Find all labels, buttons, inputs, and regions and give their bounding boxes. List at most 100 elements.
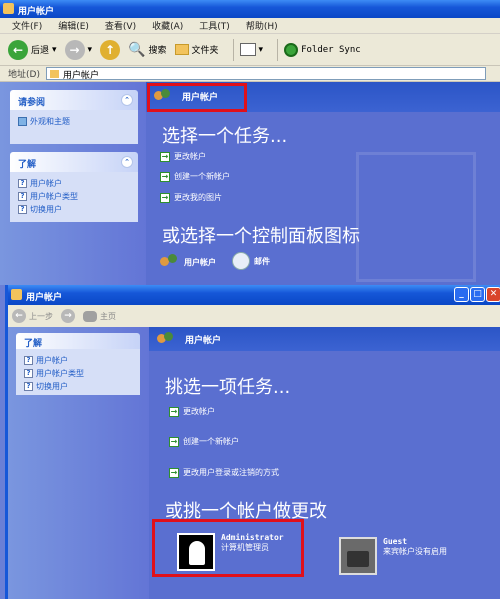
folders-button[interactable]: 文件夹 [174,43,219,56]
background-watermark [356,152,476,282]
toolbar: ← 后退 ▾ → ▾ ↑ 🔍 搜索 文件夹 ▾ Folder Sync [0,34,500,66]
see-also-panel: 请参阅 ⌃ 外观和主题 [10,90,138,144]
task-label: 更改用户登录或注销的方式 [183,468,279,477]
address-bar: 地址(D) 用户帐户 [0,66,500,82]
learn-item-switch-user[interactable]: ? 切换用户 [24,380,134,393]
main-content: 用户帐户 选择一个任务... → 更改帐户 → 创建一个新帐户 → 更改我的图片 或选… [146,82,500,285]
window-icon [3,3,14,14]
menu-file[interactable]: 文件(F) [12,19,42,32]
task-create-account[interactable]: → 创建一个新帐户 [169,436,239,447]
forward-arrow-icon: → [61,309,75,323]
search-button[interactable]: 🔍 搜索 [128,42,166,58]
icon-user-accounts[interactable]: 用户帐户 [160,254,216,270]
task-label: 更改我的图片 [174,193,222,202]
back-button[interactable]: ← 上一步 [12,309,53,323]
forward-button[interactable]: → ▾ [64,39,93,60]
up-folder-icon: ↑ [100,39,121,60]
panel-header[interactable]: 了解 ⌃ [10,152,138,172]
task-change-logon[interactable]: → 更改用户登录或注销的方式 [169,467,279,478]
task-label: 更改帐户 [174,152,206,161]
dropdown-arrow-icon[interactable]: ▾ [88,45,93,55]
menu-view[interactable]: 查看(V) [105,19,136,32]
toolbar-separator [277,38,279,61]
panel-header[interactable]: 请参阅 ⌃ [10,90,138,110]
task-change-picture[interactable]: → 更改我的图片 [160,192,222,203]
menu-bar: 文件(F) 编辑(E) 查看(V) 收藏(A) 工具(T) 帮助(H) [0,18,500,34]
search-icon: 🔍 [128,41,146,58]
menu-help[interactable]: 帮助(H) [246,19,278,32]
toolbar: ← 上一步 → 主页 [8,305,500,327]
task-change-account[interactable]: → 更改帐户 [169,406,215,417]
dropdown-arrow-icon[interactable]: ▾ [259,45,264,55]
help-icon: ? [24,356,33,365]
panel-header[interactable]: 了解 [16,333,140,349]
learn-item-user-accounts[interactable]: ? 用户帐户 [18,177,132,190]
menu-favorites[interactable]: 收藏(A) [152,19,183,32]
learn-item-label: 切换用户 [36,382,68,391]
toolbar-separator [232,38,234,61]
learn-item-user-accounts[interactable]: ? 用户帐户 [24,354,134,367]
address-value: 用户帐户 [62,71,99,81]
address-input[interactable]: 用户帐户 [45,67,486,81]
user-accounts-window-top: 用户帐户 文件(F) 编辑(E) 查看(V) 收藏(A) 工具(T) 帮助(H)… [0,0,500,285]
icon-label: 邮件 [254,256,270,266]
learn-panel: 了解 ? 用户帐户 ? 用户帐户类型 ? 切换用户 [16,333,140,395]
views-button[interactable]: ▾ [239,43,264,56]
help-icon: ? [18,179,27,188]
close-button[interactable]: ✕ [486,287,500,302]
task-label: 创建一个新帐户 [183,437,239,446]
learn-item-label: 切换用户 [30,205,62,214]
menu-edit[interactable]: 编辑(E) [58,19,89,32]
back-button[interactable]: ← 后退 ▾ [8,39,57,60]
forward-arrow-icon: → [64,39,85,60]
or-pick-heading: 或选择一个控制面板图标 [162,226,360,247]
window-title: 用户帐户 [26,293,63,303]
task-label: 创建一个新帐户 [174,172,230,181]
learn-item-account-types[interactable]: ? 用户帐户类型 [18,190,132,203]
title-bar[interactable]: 用户帐户 _ □ ✕ [8,285,500,305]
collapse-icon[interactable]: ⌃ [121,94,133,106]
help-icon: ? [18,192,27,201]
learn-item-label: 用户帐户类型 [36,369,84,378]
window-title: 用户帐户 [18,7,55,17]
account-guest[interactable]: Guest 来宾帐户没有启用 [339,537,447,575]
back-arrow-icon: ← [12,309,26,323]
minimize-button[interactable]: _ [454,287,469,302]
back-label: 后退 [31,46,50,56]
help-icon: ? [24,369,33,378]
green-arrow-icon: → [160,192,170,203]
highlight-box [152,519,304,577]
sidebar: 请参阅 ⌃ 外观和主题 了解 ⌃ ? 用户帐户 ? 用户帐户类型 ? 切换用户 [0,82,146,285]
task-create-account[interactable]: → 创建一个新帐户 [160,171,230,182]
appearance-icon [18,117,27,126]
folders-label: 文件夹 [191,46,219,56]
maximize-button[interactable]: □ [470,287,485,302]
sidebar-item-appearance[interactable]: 外观和主题 [18,115,132,128]
users-icon [83,310,97,322]
collapse-icon[interactable]: ⌃ [121,156,133,168]
forward-button[interactable]: → [61,309,75,323]
highlight-box [147,83,247,112]
account-desc: 来宾帐户没有启用 [383,547,447,556]
title-bar[interactable]: 用户帐户 [0,0,500,18]
task-change-account[interactable]: → 更改帐户 [160,151,206,162]
learn-item-label: 用户帐户 [30,179,62,188]
learn-item-account-types[interactable]: ? 用户帐户类型 [24,367,134,380]
window-icon [11,289,22,300]
users-icon [157,332,175,346]
dropdown-arrow-icon[interactable]: ▾ [52,45,57,55]
up-button[interactable]: ↑ [100,39,121,60]
learn-item-switch-user[interactable]: ? 切换用户 [18,203,132,216]
header-title: 用户帐户 [185,336,222,346]
panel-title: 了解 [24,339,43,349]
content-header: 用户帐户 [149,327,500,351]
green-arrow-icon: → [169,436,179,447]
back-label: 上一步 [29,311,53,321]
menu-tools[interactable]: 工具(T) [199,19,230,32]
folder-sync-button[interactable]: Folder Sync [284,42,361,57]
icon-mail[interactable]: 邮件 [232,252,270,270]
learn-item-label: 用户帐户 [36,356,68,365]
views-icon [239,43,256,56]
green-arrow-icon: → [160,171,170,182]
home-button[interactable]: 主页 [83,310,116,322]
